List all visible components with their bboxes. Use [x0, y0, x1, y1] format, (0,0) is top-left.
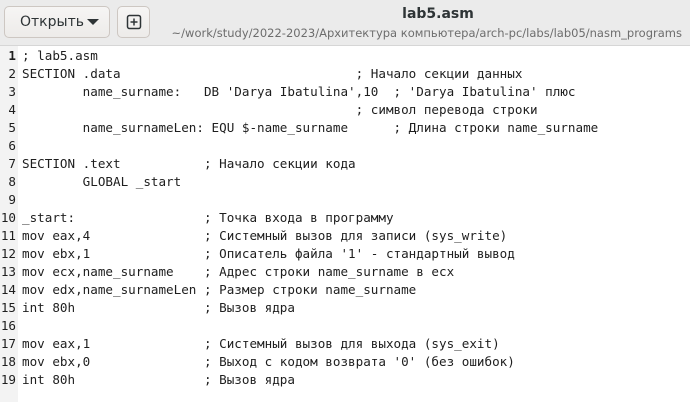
code-text[interactable]: GLOBAL _start: [22, 173, 182, 191]
line-number: 12: [0, 246, 16, 261]
code-text[interactable]: int 80h ; Вызов ядра: [22, 299, 295, 317]
line-number: 17: [0, 336, 16, 351]
code-text[interactable]: name_surnameLen: EQU $-name_surname ; Дл…: [22, 119, 599, 137]
code-text[interactable]: mov eax,4 ; Системный вызов для записи (…: [22, 227, 507, 245]
line-number: 13: [0, 264, 16, 279]
open-button[interactable]: Открыть: [4, 6, 110, 38]
line-number: 16: [0, 318, 16, 333]
code-text[interactable]: mov ebx,1 ; Описатель файла '1' - станда…: [22, 245, 515, 263]
new-document-icon: [126, 14, 141, 30]
code-text[interactable]: mov ecx,name_surname ; Адрес строки name…: [22, 263, 454, 281]
line-number: 4: [8, 102, 16, 117]
code-text[interactable]: int 80h ; Вызов ядра: [22, 371, 295, 389]
text-editor[interactable]: 1 ; lab5.asm 2 SECTION .data ; Начало секци…: [0, 46, 690, 402]
line-number: 6: [8, 138, 16, 153]
line-number: 18: [0, 354, 16, 369]
code-text[interactable]: name_surname: DB 'Darya Ibatulina',10 ; …: [22, 83, 576, 101]
header-bar: Открыть lab5.asm ~/work/study/2022-2023/…: [0, 0, 690, 46]
line-number: 2: [8, 66, 16, 81]
new-document-button[interactable]: [117, 6, 150, 38]
line-number: 10: [0, 210, 16, 225]
line-number: 14: [0, 282, 16, 297]
window-title: lab5.asm: [402, 6, 474, 22]
line-number: 19: [0, 372, 16, 387]
code-text[interactable]: ; lab5.asm: [22, 47, 98, 65]
line-number: 1: [8, 48, 16, 63]
code-text[interactable]: _start: ; Точка входа в программу: [22, 209, 394, 227]
file-path: ~/work/study/2022-2023/Архитектура компь…: [171, 26, 682, 40]
line-number: 9: [8, 192, 16, 207]
open-button-label: Открыть: [20, 14, 84, 30]
code-text[interactable]: SECTION .text ; Начало секции кода: [22, 155, 356, 173]
line-number: 7: [8, 156, 16, 171]
code-text[interactable]: ; символ перевода строки: [22, 101, 538, 119]
code-text[interactable]: mov edx,name_surnameLen ; Размер строки …: [22, 281, 416, 299]
dropdown-arrow-icon: [87, 19, 99, 25]
line-number: 5: [8, 120, 16, 135]
line-number: 11: [0, 228, 16, 243]
line-number: 8: [8, 174, 16, 189]
code-text[interactable]: mov ebx,0 ; Выход с кодом возврата '0' (…: [22, 353, 515, 371]
code-text[interactable]: mov eax,1 ; Системный вызов для выхода (…: [22, 335, 500, 353]
line-number: 3: [8, 84, 16, 99]
code-text[interactable]: SECTION .data ; Начало секции данных: [22, 65, 522, 83]
line-number: 15: [0, 300, 16, 315]
